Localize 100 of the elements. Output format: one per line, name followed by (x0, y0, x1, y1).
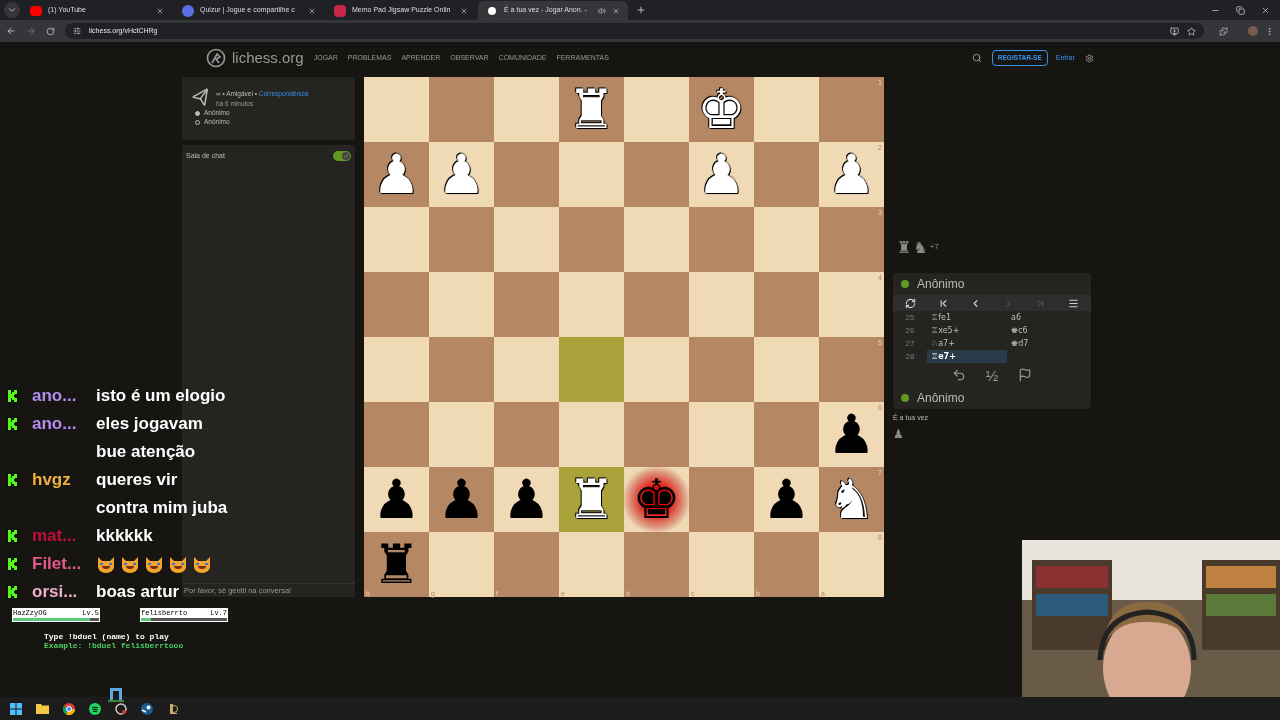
bookmark-icon[interactable] (1187, 26, 1196, 36)
settings-icon[interactable] (1084, 53, 1094, 63)
board-square[interactable] (364, 77, 429, 142)
board-square[interactable] (559, 272, 624, 337)
board-square[interactable] (494, 337, 559, 402)
board-square[interactable]: ♟ (429, 467, 494, 532)
board-square[interactable] (429, 77, 494, 142)
captured-piece: ♞ (913, 240, 928, 256)
move-cell[interactable]: ♖xe5+ (927, 324, 1007, 337)
duel-hint: Type !bduel (name) to play (43, 632, 169, 641)
board-square[interactable] (624, 77, 689, 142)
restore-icon[interactable] (1236, 6, 1245, 15)
chess-piece[interactable]: ♟ (502, 467, 551, 531)
close-icon[interactable] (156, 6, 164, 15)
chat-toggle[interactable] (333, 151, 351, 161)
close-icon[interactable] (308, 6, 316, 15)
site-logo[interactable]: lichess.org (232, 46, 304, 70)
app-icon[interactable] (115, 702, 127, 715)
chat-username: mat... (32, 525, 77, 548)
takeback-button[interactable] (951, 368, 966, 382)
chat-message: isto é um elogio (96, 385, 226, 407)
search-icon[interactable] (971, 53, 982, 63)
board-square[interactable] (559, 207, 624, 272)
close-icon[interactable] (460, 6, 468, 15)
move-cell[interactable]: ♚c6 (1007, 324, 1028, 337)
board-square[interactable] (624, 402, 689, 467)
board-square[interactable] (689, 467, 754, 532)
board-square[interactable] (754, 337, 819, 402)
chess-piece[interactable]: ♚ (632, 467, 681, 531)
board-square[interactable] (754, 272, 819, 337)
board-square[interactable] (429, 402, 494, 467)
move-cell[interactable]: a6 (1007, 311, 1021, 324)
board-square[interactable] (559, 337, 624, 402)
chat-message: kkkkkk (96, 525, 153, 547)
board-square[interactable] (754, 142, 819, 207)
board-square[interactable] (689, 207, 754, 272)
back-icon[interactable] (6, 26, 16, 36)
forward-icon[interactable] (26, 26, 36, 36)
browser-icon[interactable] (63, 702, 75, 715)
resign-button[interactable] (1018, 368, 1033, 382)
move-cell[interactable]: ♖fe1 (927, 311, 1007, 324)
circle-logo-icon (182, 4, 194, 17)
board-square[interactable] (364, 272, 429, 337)
flip-button[interactable] (905, 297, 916, 309)
board-square[interactable] (754, 207, 819, 272)
menu-icon[interactable] (1265, 26, 1274, 36)
install-icon[interactable] (1170, 26, 1179, 36)
board-square[interactable] (494, 207, 559, 272)
close-icon[interactable] (1261, 6, 1270, 15)
board-square[interactable] (429, 207, 494, 272)
reload-icon[interactable] (46, 26, 55, 36)
board-square[interactable] (754, 402, 819, 467)
folder-icon[interactable] (36, 703, 49, 714)
board-square[interactable] (624, 272, 689, 337)
board-square[interactable] (689, 272, 754, 337)
board-square[interactable] (559, 402, 624, 467)
chess-piece[interactable]: ♜ (372, 532, 421, 596)
board-square[interactable]: ♚ (624, 467, 689, 532)
player-name[interactable]: Anônimo (917, 389, 965, 407)
music-app-icon[interactable] (89, 702, 101, 715)
board-square[interactable] (624, 337, 689, 402)
board-square[interactable] (364, 207, 429, 272)
game-icon[interactable] (167, 702, 179, 715)
board-square[interactable] (494, 77, 559, 142)
menu-button[interactable] (1067, 297, 1079, 309)
move-cell[interactable]: ♖e7+ (927, 350, 1007, 363)
chess-piece[interactable]: ♟ (372, 467, 421, 531)
start-button[interactable] (10, 702, 22, 715)
board-square[interactable] (754, 77, 819, 142)
board-square[interactable] (494, 272, 559, 337)
extensions-icon[interactable] (1219, 26, 1228, 36)
board-square[interactable] (559, 142, 624, 207)
board-square[interactable] (689, 402, 754, 467)
close-icon[interactable] (612, 6, 620, 15)
move-cell[interactable]: ♚d7 (1007, 337, 1029, 350)
board-square[interactable] (624, 142, 689, 207)
chess-piece[interactable]: ♟ (762, 467, 811, 531)
captured-piece: ♜ (897, 240, 912, 256)
chess-piece[interactable]: ♟ (437, 467, 486, 531)
profile-avatar[interactable] (1248, 26, 1258, 36)
new-tab-icon[interactable] (636, 5, 646, 15)
board-square[interactable] (364, 337, 429, 402)
chess-piece[interactable]: ♟ (827, 402, 876, 466)
board-square[interactable]: ♟ (364, 467, 429, 532)
board-square[interactable] (364, 402, 429, 467)
board-square[interactable]: ♟ (494, 467, 559, 532)
game-store-icon[interactable] (141, 702, 153, 715)
board-square[interactable] (429, 272, 494, 337)
tab-list-button[interactable] (4, 2, 20, 18)
board-square[interactable]: ♟ (754, 467, 819, 532)
move-cell[interactable]: ♘a7+ (927, 337, 1007, 350)
player-name[interactable]: Anônimo (917, 275, 965, 293)
site-settings-icon[interactable] (73, 27, 81, 35)
board-square[interactable] (689, 337, 754, 402)
duel-example: Example: !bduel felisberrtooo (43, 641, 185, 650)
board-square[interactable] (624, 207, 689, 272)
board-square[interactable] (494, 402, 559, 467)
board-square[interactable] (494, 142, 559, 207)
board-square[interactable] (429, 337, 494, 402)
draw-button[interactable]: ½ (985, 367, 999, 383)
